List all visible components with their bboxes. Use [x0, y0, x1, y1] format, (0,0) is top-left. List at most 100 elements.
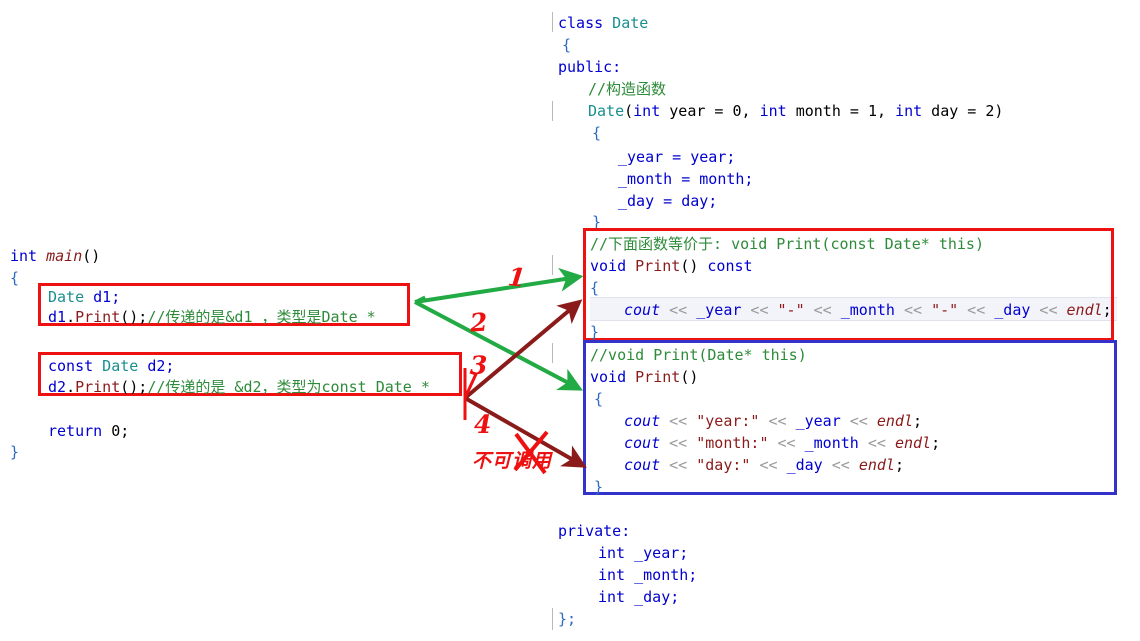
member-year: int _year;: [598, 542, 688, 564]
annotation-number-1: 1: [506, 262, 527, 293]
d1-print-fn: Print: [75, 308, 121, 326]
constructor-open-brace: {: [592, 124, 602, 142]
date-type-d2: Date: [93, 357, 139, 375]
shift-op-9: <<: [840, 412, 877, 430]
d1-declaration-line: Date d1;: [48, 286, 120, 308]
shift-op-11: <<: [768, 434, 805, 452]
day-member-2: _day: [786, 456, 823, 474]
nonconst-print-year-line: cout << "year:" << _year << endl;: [624, 410, 922, 432]
const-print-open-brace: {: [590, 279, 600, 297]
d2-call-tail: ();: [120, 378, 148, 396]
d1-print-call-line: d1.Print();//传递的是&d1 ，类型是Date *: [48, 306, 376, 328]
const-print-parens: (): [680, 257, 708, 275]
assign-day: _day = day;: [618, 192, 718, 210]
int-keyword: int: [10, 247, 38, 265]
day-member-1: _day: [994, 301, 1031, 319]
arrow-1-d1-to-const-print: [414, 267, 584, 304]
shift-op-4: <<: [894, 301, 932, 319]
private-section-label: private:: [558, 522, 631, 540]
shift-op-14: <<: [750, 456, 787, 474]
cout-stream-2: cout: [624, 412, 661, 430]
nonconst-print-comment: //void Print(Date* this): [590, 346, 807, 364]
d2-declaration-line: const Date d2;: [48, 355, 174, 377]
nonconst-print-name: Print: [626, 368, 681, 386]
assign-month: _month = month;: [618, 170, 754, 188]
member-day-name: _day;: [625, 588, 680, 606]
endl-4: endl: [858, 456, 895, 474]
endl-2: endl: [876, 412, 913, 430]
shift-op-5: <<: [958, 301, 995, 319]
member-day: int _day;: [598, 586, 679, 608]
const-print-comment: //下面函数等价于: void Print(const Date* this): [590, 235, 984, 253]
int-keyword-month: int: [598, 566, 626, 584]
void-keyword-nonconst-print: void: [590, 368, 627, 386]
main-parens: (): [82, 247, 101, 265]
nonconst-print-month-line: cout << "month:" << _month << endl;: [624, 432, 940, 454]
cout-stream-4: cout: [624, 456, 661, 474]
main-open-brace: {: [10, 269, 20, 287]
indent-guide-2: [552, 101, 553, 121]
indent-guide-5: [552, 608, 553, 630]
d1-variable: d1;: [84, 288, 121, 306]
main-function-line: int main(): [10, 245, 100, 267]
class-open-brace: {: [562, 36, 572, 54]
main-identifier: main: [46, 247, 83, 265]
shift-op-2: <<: [741, 301, 778, 319]
cannot-call-annotation: 不可调用: [472, 450, 553, 472]
month-member-2: _month: [804, 434, 859, 452]
indent-guide-1: [552, 12, 553, 32]
ctor-p2: month = 1,: [786, 102, 896, 120]
nonconst-print-day-line: cout << "day:" << _day << endl;: [624, 454, 904, 476]
shift-op-12: <<: [858, 434, 895, 452]
ctor-p1-type: int: [633, 102, 661, 120]
dash-literal-1: "-": [777, 301, 805, 319]
month-member-1: _month: [840, 301, 895, 319]
indent-guide-3: [552, 255, 553, 275]
d2-print-fn: Print: [75, 378, 121, 396]
dash-literal-2: "-": [931, 301, 959, 319]
nonconst-print-signature: void Print(): [590, 366, 698, 388]
d1-comment: //传递的是&d1 ，类型是Date *: [147, 308, 376, 326]
ctor-open-paren: (: [624, 102, 634, 120]
member-year-name: _year;: [625, 544, 689, 562]
member-month-name: _month;: [625, 566, 698, 584]
const-print-body: cout << _year << "-" << _month << "-" <<…: [624, 299, 1112, 321]
d2-variable: d2;: [138, 357, 175, 375]
d1-call-tail: ();: [120, 308, 148, 326]
class-close-brace: };: [558, 610, 577, 628]
class-declaration: class Date: [558, 12, 648, 34]
int-keyword-day: int: [598, 588, 626, 606]
cout-stream-3: cout: [624, 434, 661, 452]
month-label-literal: "month:": [696, 434, 769, 452]
year-member-1: _year: [696, 301, 742, 319]
annotation-number-2: 2: [469, 307, 489, 338]
semicolon-1: ;: [1102, 301, 1112, 319]
return-value: 0;: [102, 422, 130, 440]
shift-op-3: <<: [804, 301, 841, 319]
d2-dot: .: [66, 378, 76, 396]
nonconst-print-parens: (): [680, 368, 699, 386]
endl-1: endl: [1066, 301, 1103, 319]
const-print-signature: void Print() const: [590, 255, 753, 277]
public-section-label: public:: [558, 58, 622, 76]
cout-stream-1: cout: [624, 301, 661, 319]
return-keyword: return: [48, 422, 103, 440]
assign-year: _year = year;: [618, 148, 736, 166]
d1-receiver: d1: [48, 308, 67, 326]
year-label-literal: "year:": [696, 412, 760, 430]
d2-print-call-line: d2.Print();//传递的是 &d2，类型为const Date *: [48, 376, 430, 398]
nonconst-print-open-brace: {: [594, 390, 604, 408]
shift-op-1: <<: [660, 301, 697, 319]
member-month: int _month;: [598, 564, 697, 586]
constructor-signature: Date(int year = 0, int month = 1, int da…: [588, 100, 1003, 122]
shift-op-7: <<: [660, 412, 697, 430]
origin-mark-green: [414, 295, 426, 304]
indent-guide-4: [552, 343, 553, 363]
int-keyword-year: int: [598, 544, 626, 562]
shift-op-10: <<: [660, 434, 697, 452]
return-statement: return 0;: [48, 420, 129, 442]
ctor-p3: day = 2): [922, 102, 1004, 120]
const-keyword-d2: const: [48, 357, 94, 375]
endl-3: endl: [894, 434, 932, 452]
const-print-name: Print: [626, 257, 681, 275]
